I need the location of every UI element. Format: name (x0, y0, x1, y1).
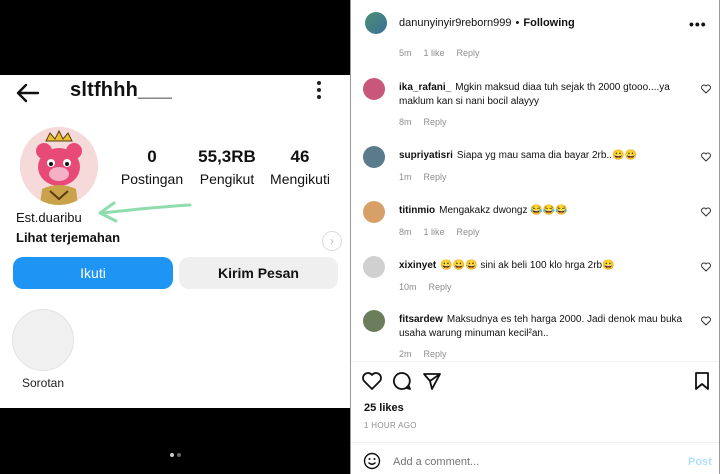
comment-time: 8m (399, 117, 412, 127)
page-indicator (170, 444, 184, 462)
highlight-circle[interactable] (12, 309, 74, 371)
stat-following-label: Mengikuti (270, 171, 330, 187)
comment-body: xixinyet 😀😀😀 sini ak beli 100 klo hrga 2r… (399, 259, 691, 273)
author-line: danunyinyir9reborn999 • Following (399, 17, 575, 29)
reply-button[interactable]: Reply (457, 227, 480, 237)
stat-posts-label: Postingan (120, 171, 184, 187)
stat-posts-value: 0 (147, 147, 157, 166)
stat-followers[interactable]: 55,3RB Pengikut (195, 147, 259, 187)
more-options-icon[interactable]: ••• (689, 16, 707, 32)
commenter-avatar[interactable] (363, 146, 385, 168)
commenter-username[interactable]: titinmio (399, 205, 435, 216)
separator-dot: • (515, 17, 520, 29)
comment-meta: 8m Reply (399, 117, 459, 127)
stat-posts[interactable]: 0 Postingan (118, 147, 186, 187)
comment-meta: 8m 1 like Reply (399, 227, 492, 237)
bookmark-icon[interactable] (691, 370, 713, 392)
comment-meta: 10m Reply (399, 282, 464, 292)
comment-time: 5m (399, 48, 412, 58)
reply-button[interactable]: Reply (457, 48, 480, 58)
following-button[interactable]: Following (523, 17, 574, 29)
chevron-right-icon[interactable]: › (322, 231, 342, 251)
author-username[interactable]: danunyinyir9reborn999 (399, 17, 512, 29)
post-comment-button[interactable]: Post (688, 456, 712, 468)
commenter-avatar[interactable] (363, 256, 385, 278)
share-icon[interactable] (421, 370, 443, 392)
commenter-username[interactable]: ika_rafani_ (399, 82, 451, 93)
post-time: 1 HOUR AGO (364, 421, 417, 430)
divider (351, 442, 719, 443)
comment-body: ika_rafani_ Mgkin maksud diaa tuh sejak t… (399, 81, 691, 109)
comment-icon[interactable] (391, 370, 413, 392)
bio-name: Est.duaribu (16, 210, 82, 225)
highlight-label: Sorotan (22, 376, 65, 390)
annotation-arrow-icon (98, 201, 192, 223)
stat-following[interactable]: 46 Mengikuti (268, 147, 332, 187)
comment-time: 8m (399, 227, 412, 237)
divider (351, 361, 719, 362)
like-comment-icon[interactable] (701, 262, 711, 272)
emoji-icon[interactable] (363, 452, 381, 470)
commenter-avatar[interactable] (363, 201, 385, 223)
comment-meta: 2m Reply (399, 349, 459, 359)
more-options-icon[interactable] (316, 81, 322, 101)
reply-button[interactable]: Reply (429, 282, 452, 292)
comment-text: Siapa yg mau sama dia bayar 2rb..😀😀 (456, 150, 637, 161)
post-panel: danunyinyir9reborn999 • Following ••• 5m 1 … (350, 0, 720, 474)
stat-followers-value: 55,3RB (198, 147, 256, 166)
like-comment-icon[interactable] (701, 316, 711, 326)
send-message-button[interactable]: Kirim Pesan (179, 257, 338, 289)
comment-body: supriyatisri Siapa yg mau sama dia bayar … (399, 149, 691, 163)
profile-avatar[interactable] (20, 127, 98, 205)
profile-username: sltfhhh___ (70, 79, 173, 101)
commenter-username[interactable]: fitsardew (399, 314, 443, 325)
like-comment-icon[interactable] (701, 152, 711, 162)
commenter-username[interactable]: supriyatisri (399, 150, 453, 161)
comment-likes[interactable]: 1 like (424, 227, 445, 237)
post-actions (361, 370, 711, 392)
profile-page: sltfhhh___ 0 Postingan 55,3RB Pengikut 4… (0, 75, 350, 408)
reply-button[interactable]: Reply (424, 349, 447, 359)
follow-button[interactable]: Ikuti (13, 257, 173, 289)
heart-icon[interactable] (361, 370, 383, 392)
comment-text: Mengakakz dwongz 😂😂😂 (439, 205, 568, 216)
top-comment-meta: 5m 1 like Reply (399, 48, 492, 58)
back-arrow-icon[interactable] (14, 81, 40, 105)
post-header: danunyinyir9reborn999 • Following ••• (351, 0, 719, 42)
commenter-avatar[interactable] (363, 310, 385, 332)
comment-text: 😀😀😀 sini ak beli 100 klo hrga 2rb😀 (440, 260, 615, 271)
likes-count[interactable]: 25 likes (364, 402, 404, 414)
profile-screenshot: sltfhhh___ 0 Postingan 55,3RB Pengikut 4… (0, 0, 350, 474)
comment-time: 10m (399, 282, 417, 292)
comment-likes[interactable]: 1 like (424, 48, 445, 58)
comment-time: 2m (399, 349, 412, 359)
like-comment-icon[interactable] (701, 84, 711, 94)
stat-followers-label: Pengikut (199, 171, 255, 187)
reply-button[interactable]: Reply (424, 172, 447, 182)
comment-body: titinmio Mengakakz dwongz 😂😂😂 (399, 204, 691, 218)
author-avatar[interactable] (365, 12, 387, 34)
add-comment-input[interactable] (393, 456, 653, 468)
see-translation-link[interactable]: Lihat terjemahan (16, 230, 120, 245)
stat-following-value: 46 (290, 147, 310, 166)
comment-body: fitsardew Maksudnya es teh harga 2000. Ja… (399, 313, 691, 341)
bear-king-icon (20, 127, 98, 205)
like-comment-icon[interactable] (701, 207, 711, 217)
reply-button[interactable]: Reply (424, 117, 447, 127)
comment-meta: 1m Reply (399, 172, 459, 182)
commenter-avatar[interactable] (363, 78, 385, 100)
commenter-username[interactable]: xixinyet (399, 260, 436, 271)
comment-time: 1m (399, 172, 412, 182)
